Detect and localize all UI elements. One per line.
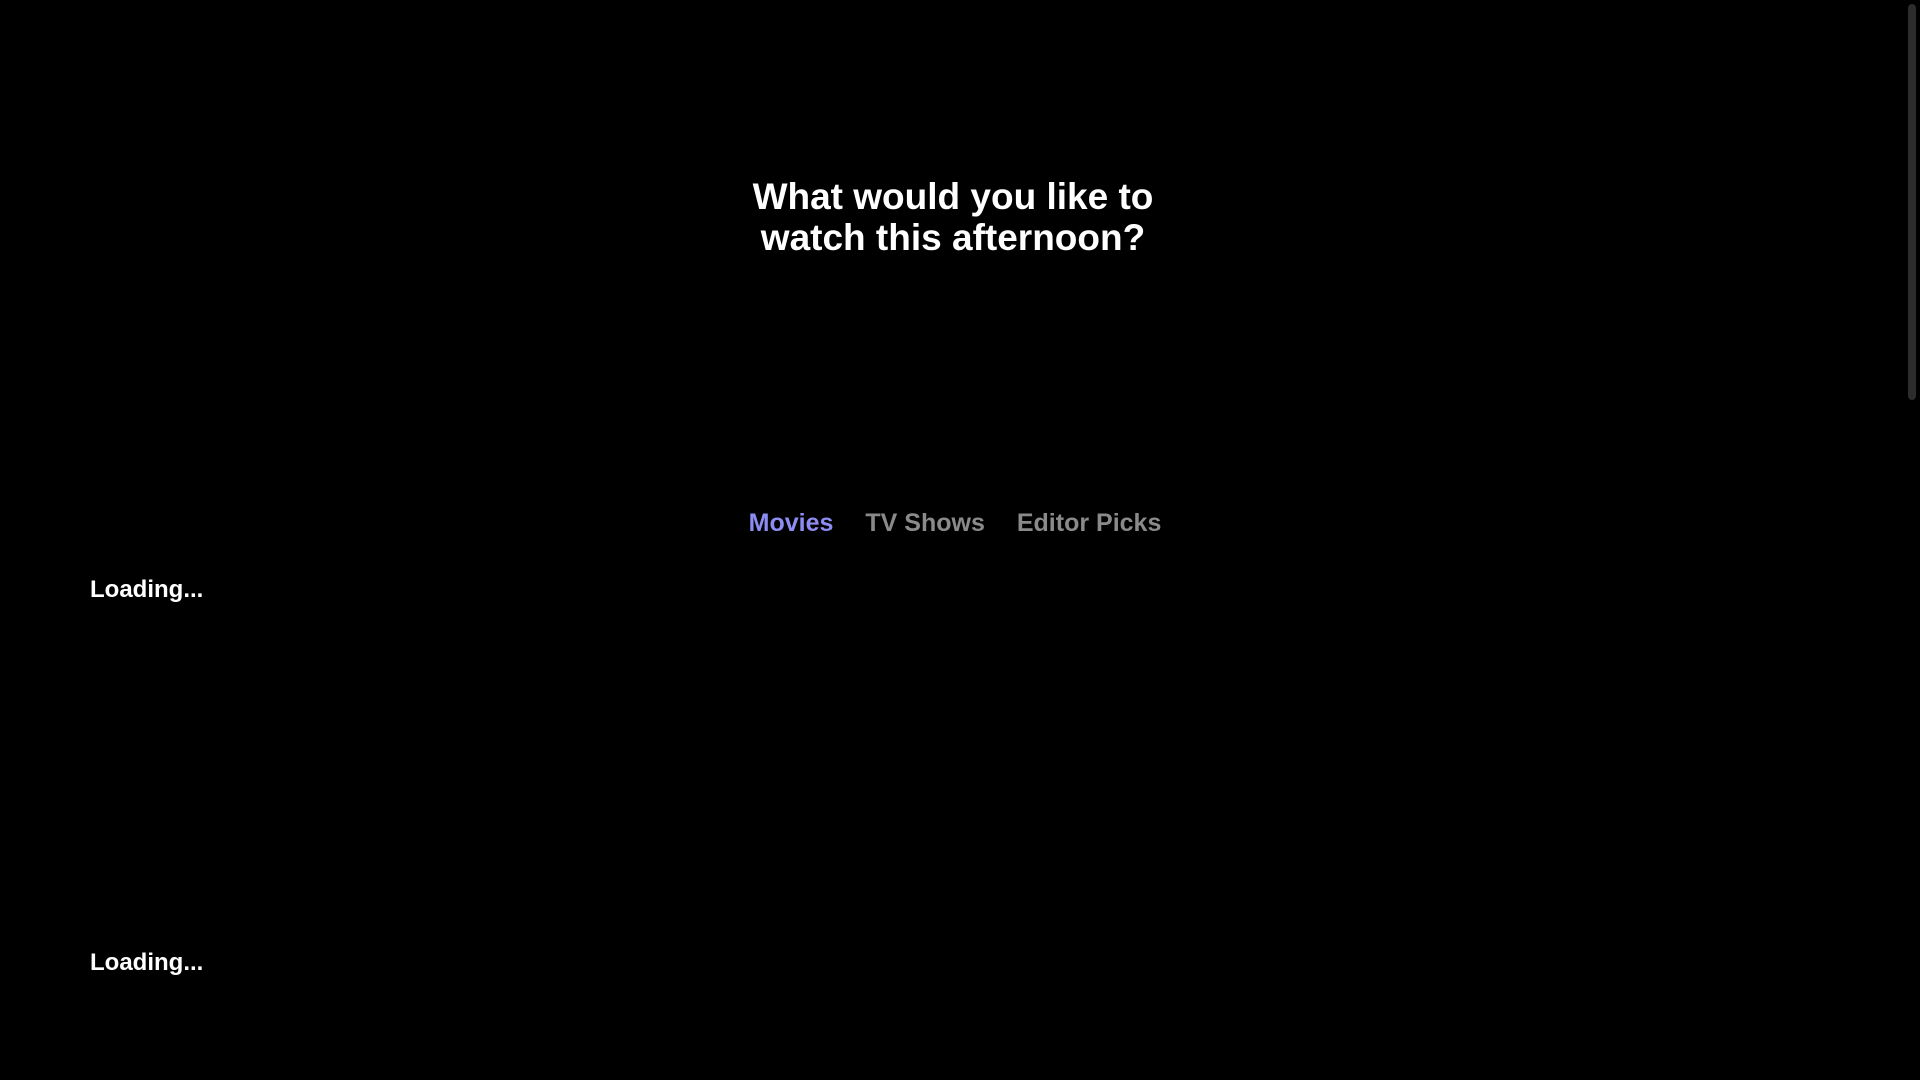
app-page: What would you like to watch this aftern… — [0, 0, 1920, 1080]
content-tabs: Movies TV Shows Editor Picks — [730, 506, 1180, 542]
page-scrollbar[interactable] — [1904, 0, 1920, 1080]
tab-movies[interactable]: Movies — [749, 506, 834, 542]
page-title: What would you like to watch this aftern… — [752, 176, 1154, 258]
account-menu[interactable] — [1778, 38, 1868, 68]
section-loading-status: Loading... — [90, 949, 204, 976]
section-loading-status: Loading... — [90, 576, 204, 603]
scrollbar-thumb[interactable] — [1908, 4, 1916, 400]
brand-logo[interactable] — [44, 18, 284, 78]
tab-tv-shows[interactable]: TV Shows — [865, 506, 984, 542]
top-bar — [0, 0, 1904, 110]
tab-editor-picks[interactable]: Editor Picks — [1017, 506, 1162, 542]
